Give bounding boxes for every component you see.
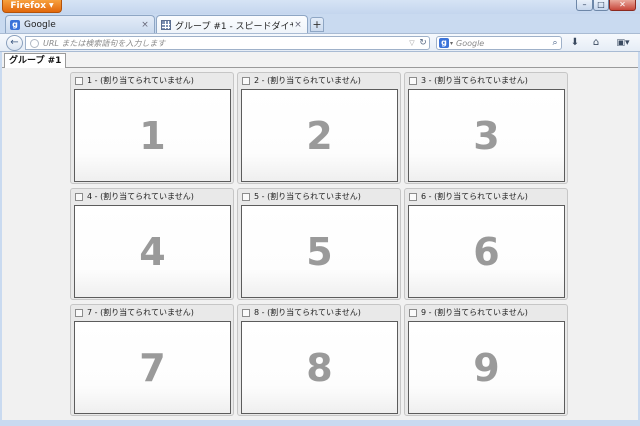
dial-header: 9 - (割り当てられていません): [405, 305, 567, 320]
dial-thumbnail[interactable]: 7: [74, 321, 231, 414]
tab-close-button[interactable]: ×: [140, 20, 150, 30]
home-icon: ⌂: [592, 37, 600, 48]
search-input[interactable]: [456, 38, 549, 48]
chevron-down-icon: ▼: [49, 2, 54, 9]
window-border-bottom: [0, 420, 640, 426]
dial-checkbox[interactable]: [242, 308, 250, 317]
close-icon: ✕: [619, 0, 626, 9]
google-g-icon[interactable]: g: [439, 38, 449, 48]
dial-checkbox[interactable]: [75, 192, 83, 201]
speed-dial-cell[interactable]: 5 - (割り当てられていません) 5: [237, 188, 401, 300]
minimize-button[interactable]: –: [576, 0, 593, 11]
dial-thumbnail[interactable]: 4: [74, 205, 231, 298]
dial-checkbox[interactable]: [242, 192, 250, 201]
speed-dial-cell[interactable]: 6 - (割り当てられていません) 6: [404, 188, 568, 300]
speed-dial-cell[interactable]: 8 - (割り当てられていません) 8: [237, 304, 401, 416]
url-history-dropdown-icon[interactable]: ▽: [407, 39, 417, 47]
search-bar[interactable]: g ▾ ⌕: [436, 36, 562, 50]
speed-dial-grid-icon: [161, 20, 171, 30]
maximize-icon: □: [597, 0, 605, 9]
tab-title: Google: [24, 19, 56, 30]
dial-thumbnail[interactable]: 8: [241, 321, 398, 414]
firefox-menu-label: Firefox: [10, 1, 47, 11]
dial-checkbox[interactable]: [242, 76, 250, 85]
dial-thumbnail[interactable]: 3: [408, 89, 565, 182]
group-tab-bar: グループ #1: [0, 52, 640, 69]
speed-dial-cell[interactable]: 2 - (割り当てられていません) 2: [237, 72, 401, 184]
speed-dial-area: 1 - (割り当てられていません) 1 2 - (割り当てられていません) 2 …: [0, 68, 640, 420]
dial-label: 2 - (割り当てられていません): [254, 76, 361, 85]
dial-number: 8: [306, 345, 333, 390]
dial-thumbnail[interactable]: 2: [241, 89, 398, 182]
chevron-down-icon[interactable]: ▾: [450, 40, 453, 47]
speed-dial-cell[interactable]: 4 - (割り当てられていません) 4: [70, 188, 234, 300]
back-arrow-icon: ←: [10, 37, 19, 48]
title-bar: Firefox ▼ – □ ✕: [0, 0, 640, 14]
dial-thumbnail[interactable]: 9: [408, 321, 565, 414]
dial-label: 3 - (割り当てられていません): [421, 76, 528, 85]
speed-dial-cell[interactable]: 7 - (割り当てられていません) 7: [70, 304, 234, 416]
dial-number: 1: [139, 113, 166, 158]
dial-header: 8 - (割り当てられていません): [238, 305, 400, 320]
back-button[interactable]: ←: [6, 35, 23, 51]
bookmarks-menu-button[interactable]: ▣▾: [612, 36, 634, 50]
new-tab-button[interactable]: +: [310, 17, 324, 32]
dial-checkbox[interactable]: [75, 76, 83, 85]
dial-checkbox[interactable]: [409, 76, 417, 85]
dial-label: 1 - (割り当てられていません): [87, 76, 194, 85]
minimize-icon: –: [582, 0, 587, 9]
dial-number: 7: [139, 345, 166, 390]
dial-thumbnail[interactable]: 5: [241, 205, 398, 298]
search-icon[interactable]: ⌕: [549, 38, 561, 48]
url-input[interactable]: [43, 38, 407, 48]
tab-strip: g Google × グループ #1 - スピードダイヤル × +: [0, 14, 640, 34]
url-bar[interactable]: ▽ ↻: [25, 36, 430, 50]
dial-header: 5 - (割り当てられていません): [238, 189, 400, 204]
dial-number: 9: [473, 345, 500, 390]
dial-number: 6: [473, 229, 500, 274]
speed-dial-cell[interactable]: 3 - (割り当てられていません) 3: [404, 72, 568, 184]
dial-header: 7 - (割り当てられていません): [71, 305, 233, 320]
dial-checkbox[interactable]: [75, 308, 83, 317]
speed-dial-cell[interactable]: 1 - (割り当てられていません) 1: [70, 72, 234, 184]
dial-header: 4 - (割り当てられていません): [71, 189, 233, 204]
dial-header: 1 - (割り当てられていません): [71, 73, 233, 88]
dial-label: 9 - (割り当てられていません): [421, 308, 528, 317]
tab-google[interactable]: g Google ×: [5, 15, 155, 33]
globe-icon: [30, 38, 39, 48]
home-button[interactable]: ⌂: [589, 36, 603, 50]
reload-icon[interactable]: ↻: [417, 38, 429, 48]
dial-number: 3: [473, 113, 500, 158]
firefox-menu-button[interactable]: Firefox ▼: [2, 0, 62, 13]
window-border-left: [0, 52, 2, 420]
dial-header: 2 - (割り当てられていません): [238, 73, 400, 88]
dial-label: 7 - (割り当てられていません): [87, 308, 194, 317]
dial-label: 8 - (割り当てられていません): [254, 308, 361, 317]
tab-close-button[interactable]: ×: [293, 20, 303, 30]
dial-number: 5: [306, 229, 333, 274]
group-tab-1[interactable]: グループ #1: [4, 53, 67, 69]
speed-dial-cell[interactable]: 9 - (割り当てられていません) 9: [404, 304, 568, 416]
dial-number: 4: [139, 229, 166, 274]
bookmarks-menu-icon: ▣▾: [616, 38, 630, 48]
download-button[interactable]: ⬇: [568, 36, 582, 50]
close-window-button[interactable]: ✕: [609, 0, 636, 11]
dial-label: 6 - (割り当てられていません): [421, 192, 528, 201]
dial-number: 2: [306, 113, 333, 158]
download-icon: ⬇: [570, 37, 580, 48]
dial-header: 6 - (割り当てられていません): [405, 189, 567, 204]
tab-title: グループ #1 - スピードダイヤル: [175, 21, 293, 32]
dial-header: 3 - (割り当てられていません): [405, 73, 567, 88]
google-g-icon: g: [10, 19, 20, 30]
tab-speed-dial[interactable]: グループ #1 - スピードダイヤル ×: [156, 15, 308, 34]
dial-checkbox[interactable]: [409, 308, 417, 317]
dial-thumbnail[interactable]: 6: [408, 205, 565, 298]
maximize-button[interactable]: □: [593, 0, 609, 11]
navigation-toolbar: ← ▽ ↻ g ▾ ⌕ ⬇ ⌂ ▣▾: [0, 33, 640, 52]
dial-label: 5 - (割り当てられていません): [254, 192, 361, 201]
dial-checkbox[interactable]: [409, 192, 417, 201]
dial-thumbnail[interactable]: 1: [74, 89, 231, 182]
dial-label: 4 - (割り当てられていません): [87, 192, 194, 201]
